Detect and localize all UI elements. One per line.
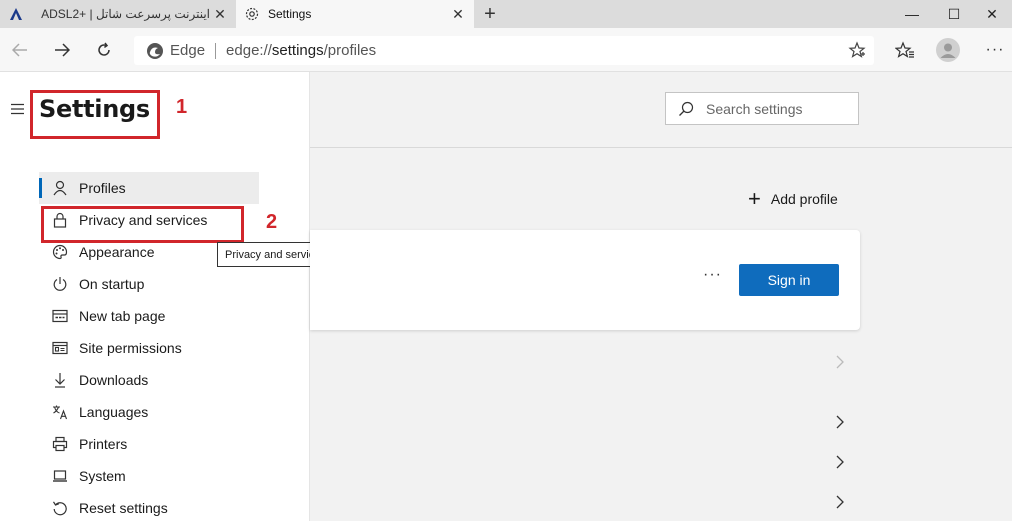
search-placeholder: Search settings: [706, 100, 803, 117]
minimize-icon[interactable]: —: [892, 0, 932, 28]
tab-title: اینترنت پرسرعت شاتل | +ADSL2: [41, 7, 210, 21]
favorite-star-icon[interactable]: [848, 41, 866, 59]
hamburger-menu-icon[interactable]: [10, 102, 26, 115]
url-text: edge://settings/profiles: [226, 42, 377, 59]
plus-icon: +: [748, 186, 761, 211]
settings-page: Settings Profiles Privacy and services A…: [0, 72, 1012, 521]
refresh-icon[interactable]: [90, 36, 118, 64]
download-icon: [51, 371, 69, 389]
sidebar-item-downloads[interactable]: Downloads: [39, 364, 259, 396]
tab-close-icon[interactable]: ✕: [448, 4, 468, 24]
favorites-icon[interactable]: [893, 38, 917, 62]
profile-card: ··· Sign in: [310, 230, 860, 330]
chevron-right-icon[interactable]: [832, 454, 848, 470]
annotation-box-1: [30, 90, 160, 139]
chevron-right-icon[interactable]: [832, 354, 848, 370]
sidebar-item-label: Printers: [79, 436, 128, 452]
annotation-box-2: [41, 206, 244, 243]
address-bar[interactable]: Edge edge://settings/profiles: [134, 36, 874, 65]
header-divider: [310, 147, 1012, 148]
new-tab-button[interactable]: +: [478, 2, 502, 26]
annotation-number-2: 2: [266, 211, 278, 233]
chevron-right-icon[interactable]: [832, 494, 848, 510]
sidebar-item-label: Site permissions: [79, 340, 182, 356]
omnibox-label: Edge: [170, 42, 206, 59]
sidebar-item-label: Appearance: [79, 244, 155, 260]
sidebar-item-languages[interactable]: Languages: [39, 396, 259, 428]
search-input[interactable]: Search settings: [665, 92, 859, 125]
newtab-icon: [51, 307, 69, 325]
more-menu-icon[interactable]: ···: [983, 38, 1007, 62]
settings-sidebar: Settings Profiles Privacy and services A…: [0, 72, 310, 521]
printer-icon: [51, 435, 69, 453]
profile-more-button[interactable]: ···: [703, 266, 722, 284]
sidebar-item-profiles[interactable]: Profiles: [39, 172, 259, 204]
sidebar-item-new-tab-page[interactable]: New tab page: [39, 300, 259, 332]
add-profile-button[interactable]: + Add profile: [748, 186, 838, 211]
laptop-icon: [51, 467, 69, 485]
sidebar-item-label: New tab page: [79, 308, 166, 324]
site-permissions-icon: [51, 339, 69, 357]
edge-logo-icon: [146, 42, 164, 60]
search-icon: [678, 101, 694, 117]
tab-title: Settings: [268, 7, 312, 21]
sidebar-item-label: Languages: [79, 404, 149, 420]
forward-icon[interactable]: [48, 36, 76, 64]
chevron-right-icon[interactable]: [832, 414, 848, 430]
sidebar-item-on-startup[interactable]: On startup: [39, 268, 259, 300]
browser-toolbar: Edge edge://settings/profiles ···: [0, 28, 1012, 72]
tab-settings[interactable]: Settings ✕: [236, 0, 474, 28]
sidebar-item-printers[interactable]: Printers: [39, 428, 259, 460]
add-profile-label: Add profile: [770, 191, 838, 207]
tab-strip: اینترنت پرسرعت شاتل | +ADSL2 ✕ Settings …: [0, 0, 1012, 28]
shatel-logo-icon: [8, 6, 24, 22]
sidebar-item-label: System: [79, 468, 126, 484]
sidebar-item-label: Reset settings: [79, 500, 168, 516]
window-close-icon[interactable]: ✕: [972, 0, 1012, 28]
reset-icon: [51, 499, 69, 517]
power-icon: [51, 275, 69, 293]
back-icon[interactable]: [6, 36, 34, 64]
palette-icon: [51, 243, 69, 261]
avatar[interactable]: [936, 38, 960, 62]
maximize-icon[interactable]: ☐: [934, 0, 974, 28]
tab-shatel[interactable]: اینترنت پرسرعت شاتل | +ADSL2 ✕: [0, 0, 236, 28]
sign-in-button[interactable]: Sign in: [739, 264, 839, 296]
tab-close-icon[interactable]: ✕: [210, 4, 230, 24]
gear-icon: [244, 6, 260, 22]
sidebar-item-label: On startup: [79, 276, 145, 292]
sidebar-item-label: Downloads: [79, 372, 149, 388]
sidebar-item-reset-settings[interactable]: Reset settings: [39, 492, 259, 521]
sidebar-item-system[interactable]: System: [39, 460, 259, 492]
sidebar-item-site-permissions[interactable]: Site permissions: [39, 332, 259, 364]
omnibox-separator: [215, 42, 217, 59]
sidebar-item-label: Profiles: [79, 180, 126, 196]
languages-icon: [51, 403, 69, 421]
annotation-number-1: 1: [176, 96, 188, 118]
person-icon: [51, 179, 69, 197]
